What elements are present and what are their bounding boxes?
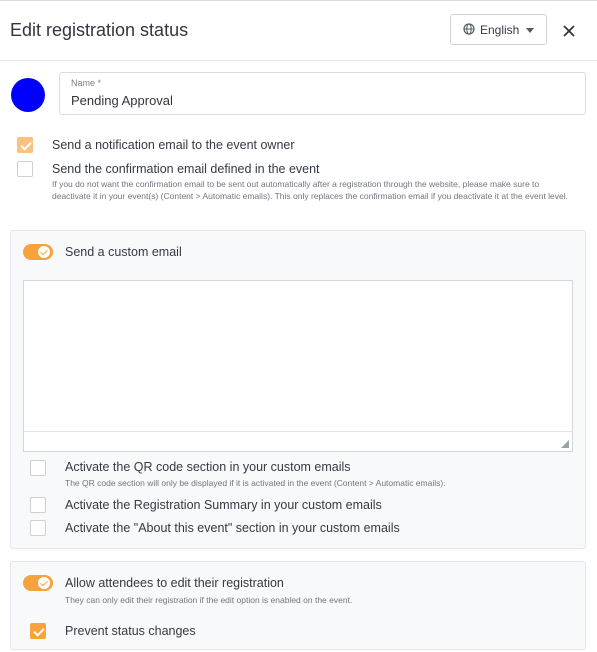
confirmation-email-checkbox[interactable] — [17, 161, 33, 177]
language-select[interactable]: English — [450, 14, 547, 45]
resize-grip-icon[interactable] — [561, 440, 569, 448]
name-field-value[interactable]: Pending Approval — [71, 93, 173, 108]
close-icon[interactable] — [562, 24, 576, 38]
confirmation-email-label: Send the confirmation email defined in t… — [52, 162, 320, 176]
edit-registration-label: Allow attendees to edit their registrati… — [65, 576, 284, 590]
toggle-check-icon — [38, 577, 50, 589]
qr-code-help: The QR code section will only be display… — [65, 478, 446, 488]
name-field-label: Name * — [71, 78, 102, 88]
editor-statusbar — [24, 431, 572, 451]
modal-title: Edit registration status — [10, 20, 189, 40]
language-label: English — [480, 23, 520, 37]
globe-icon — [463, 23, 475, 35]
edit-registration-help: They can only edit their registration if… — [65, 595, 353, 605]
modal-header: Edit registration status English — [0, 1, 597, 61]
name-field[interactable]: Name * Pending Approval — [59, 72, 586, 115]
edit-registration-toggle[interactable] — [23, 575, 53, 591]
owner-notification-label: Send a notification email to the event o… — [52, 138, 295, 152]
custom-email-editor[interactable] — [23, 280, 573, 452]
about-event-label: Activate the "About this event" section … — [65, 521, 400, 535]
registration-summary-checkbox[interactable] — [30, 497, 46, 513]
prevent-status-label: Prevent status changes — [65, 624, 196, 638]
about-event-checkbox[interactable] — [30, 520, 46, 536]
toggle-check-icon — [38, 246, 50, 258]
edit-registration-panel: Allow attendees to edit their registrati… — [10, 561, 586, 650]
status-color-picker[interactable] — [11, 78, 45, 112]
qr-code-label: Activate the QR code section in your cus… — [65, 460, 351, 474]
registration-summary-label: Activate the Registration Summary in you… — [65, 498, 382, 512]
custom-email-toggle[interactable] — [23, 244, 53, 260]
custom-email-textarea[interactable] — [24, 281, 572, 431]
confirmation-email-help: If you do not want the confirmation emai… — [52, 179, 568, 201]
prevent-status-checkbox[interactable] — [30, 623, 46, 639]
chevron-down-icon — [526, 28, 534, 33]
owner-notification-checkbox[interactable] — [17, 137, 33, 153]
qr-code-checkbox[interactable] — [30, 460, 46, 476]
custom-email-toggle-label: Send a custom email — [65, 245, 182, 259]
edit-status-modal: Edit registration status English Name * … — [0, 0, 597, 652]
